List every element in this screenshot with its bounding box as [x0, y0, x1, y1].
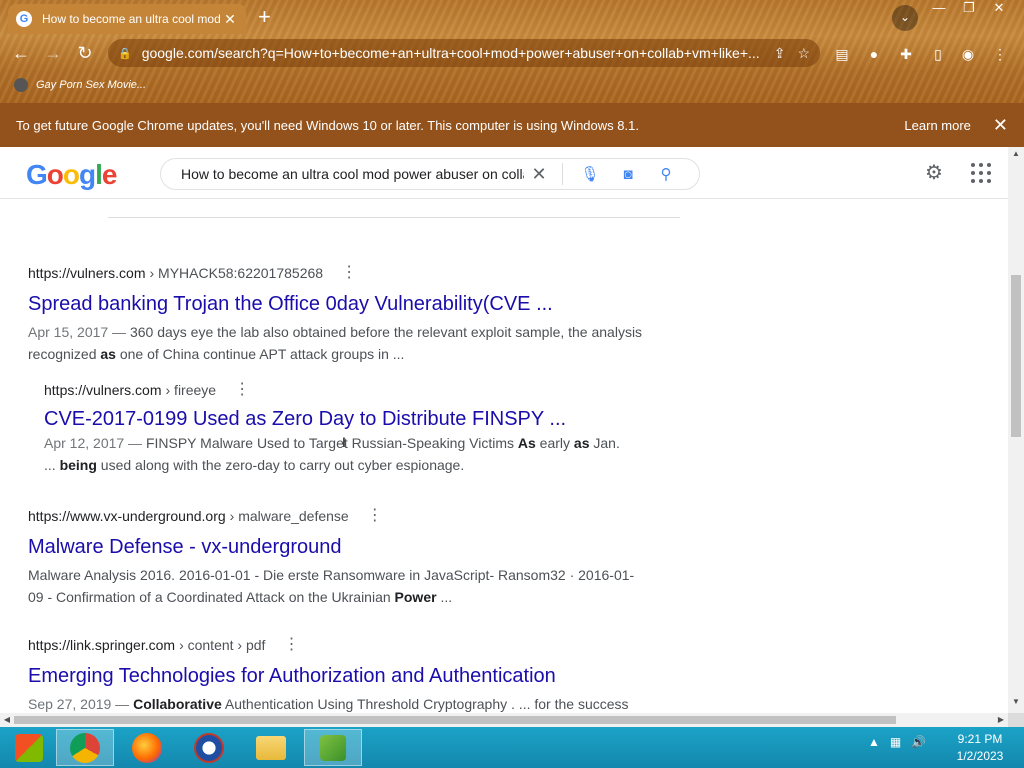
infobar-message: To get future Google Chrome updates, you…	[16, 117, 639, 133]
clock-date: 1/2/2023	[956, 749, 1004, 763]
close-window-icon[interactable]: ✕	[984, 0, 1014, 18]
browser-toolbar: ← → ↻ 🔒 google.com/search?q=How+to+becom…	[0, 36, 1024, 70]
vertical-scrollbar[interactable]: ▲ ▼	[1008, 147, 1024, 713]
horizontal-scrollbar[interactable]: ◀ ▶	[0, 713, 1008, 727]
extension-flag-icon[interactable]: ▤	[832, 44, 852, 64]
side-panel-icon[interactable]: ▯	[928, 44, 948, 64]
vertical-scroll-thumb[interactable]	[1011, 275, 1021, 437]
new-tab-button[interactable]: +	[258, 5, 271, 29]
chrome-menu-icon[interactable]: ⋮	[990, 44, 1010, 64]
bookmark-favicon-icon	[14, 78, 28, 92]
result-snippet: Apr 15, 2017 — 360 days eye the lab also…	[28, 324, 643, 362]
app-logo-icon	[194, 732, 224, 763]
reload-icon[interactable]: ↻	[74, 42, 96, 64]
result-title[interactable]: Spread banking Trojan the Office 0day Vu…	[28, 291, 648, 317]
windows-logo-icon	[15, 733, 43, 762]
bookmark-star-icon[interactable]: ☆	[797, 45, 810, 62]
learn-more-link[interactable]: Learn more	[904, 118, 970, 133]
folder-icon	[256, 735, 286, 760]
clear-search-icon[interactable]: ✕	[524, 164, 554, 185]
bookmarks-bar: Gay Porn Sex Movie...	[14, 76, 146, 94]
network-icon[interactable]: ▦	[890, 735, 901, 749]
chrome-icon	[70, 732, 100, 763]
result-item: https://www.vx-underground.org › malware…	[28, 506, 648, 608]
minimize-icon[interactable]: —	[924, 0, 954, 18]
result-cite[interactable]: https://vulners.com › MYHACK58:622017852…	[28, 263, 648, 283]
taskbar-chrome[interactable]	[56, 729, 114, 766]
tab-search-icon[interactable]: ⌄	[892, 5, 918, 31]
system-tray: ▲ ▦ 🔊	[868, 735, 926, 749]
result-snippet: Malware Analysis 2016. 2016-01-01 - Die …	[28, 567, 635, 605]
horizontal-scroll-thumb[interactable]	[14, 716, 896, 724]
result-cite[interactable]: https://link.springer.com › content › pd…	[28, 635, 648, 655]
search-results: https://vulners.com › MYHACK58:622017852…	[0, 199, 1008, 713]
taskbar-file-explorer[interactable]	[242, 729, 300, 766]
scroll-up-icon[interactable]: ▲	[1008, 149, 1024, 163]
extension-avatar-icon[interactable]: ●	[864, 44, 884, 64]
more-options-icon[interactable]: ⋮	[283, 637, 299, 653]
close-tab-icon[interactable]: ✕	[222, 11, 238, 28]
camera-lens-icon[interactable]: ◙	[609, 166, 647, 183]
divider	[108, 217, 680, 218]
gear-icon[interactable]: ⚙	[922, 161, 946, 185]
clock-time: 9:21 PM	[957, 732, 1003, 746]
result-cite[interactable]: https://vulners.com › fireeye ⋮	[44, 380, 634, 400]
scroll-down-icon[interactable]: ▼	[1008, 697, 1024, 711]
back-icon[interactable]: ←	[10, 42, 32, 64]
scroll-corner	[1008, 713, 1024, 727]
taskbar-app-circle[interactable]	[180, 729, 238, 766]
search-input[interactable]: How to become an ultra cool mod power ab…	[160, 158, 700, 190]
window-controls: — ❐ ✕	[924, 0, 1014, 18]
taskbar-network-app[interactable]	[304, 729, 362, 766]
apps-grid-icon[interactable]	[969, 161, 993, 185]
lock-icon[interactable]: 🔒	[118, 47, 132, 60]
taskbar-firefox[interactable]	[118, 729, 176, 766]
scroll-left-icon[interactable]: ◀	[0, 713, 14, 727]
network-users-icon	[320, 734, 346, 761]
more-options-icon[interactable]: ⋮	[341, 265, 357, 281]
dismiss-infobar-icon[interactable]: ✕	[993, 115, 1008, 136]
microphone-icon[interactable]: 🎙	[571, 165, 609, 183]
show-hidden-icons-icon[interactable]: ▲	[868, 735, 880, 749]
firefox-icon	[132, 732, 162, 763]
more-options-icon[interactable]: ⋮	[234, 382, 250, 398]
result-title[interactable]: Emerging Technologies for Authorization …	[28, 663, 648, 689]
result-cite[interactable]: https://www.vx-underground.org › malware…	[28, 506, 648, 526]
forward-icon[interactable]: →	[42, 42, 64, 64]
share-icon[interactable]: ⇪	[774, 45, 786, 62]
tab-title: How to become an ultra cool mod	[42, 12, 221, 26]
scroll-right-icon[interactable]: ▶	[994, 713, 1008, 727]
start-button[interactable]	[0, 729, 58, 766]
url-text: google.com/search?q=How+to+become+an+ult…	[141, 45, 760, 61]
google-favicon-icon: G	[16, 11, 32, 27]
google-header: Google How to become an ultra cool mod p…	[0, 147, 1008, 199]
result-snippet: Apr 12, 2017 — FINSPY Malware Used to Ta…	[44, 435, 620, 473]
google-logo[interactable]: Google	[26, 159, 117, 191]
more-options-icon[interactable]: ⋮	[367, 508, 383, 524]
update-infobar: To get future Google Chrome updates, you…	[0, 103, 1024, 147]
bookmark-item[interactable]: Gay Porn Sex Movie...	[36, 79, 146, 91]
restore-icon[interactable]: ❐	[954, 0, 984, 18]
profile-icon[interactable]: ◉	[958, 44, 978, 64]
search-divider	[562, 163, 563, 185]
extensions-puzzle-icon[interactable]: ✚	[896, 44, 916, 64]
search-icon[interactable]: ⚲	[647, 165, 685, 183]
browser-tab[interactable]: G How to become an ultra cool mod ✕	[8, 4, 246, 34]
search-query[interactable]: How to become an ultra cool mod power ab…	[181, 166, 524, 182]
result-item: https://link.springer.com › content › pd…	[28, 635, 648, 713]
result-item: https://vulners.com › MYHACK58:622017852…	[28, 263, 648, 365]
result-title[interactable]: Malware Defense - vx-underground	[28, 534, 648, 560]
browser-frame: G How to become an ultra cool mod ✕ + ⌄ …	[0, 0, 1024, 103]
address-bar[interactable]: 🔒 google.com/search?q=How+to+become+an+u…	[108, 39, 820, 67]
result-snippet: Sep 27, 2019 — Collaborative Authenticat…	[28, 696, 629, 712]
windows-taskbar: ▲ ▦ 🔊 9:21 PM 1/2/2023	[0, 727, 1024, 768]
taskbar-clock[interactable]: 9:21 PM 1/2/2023	[944, 731, 1016, 765]
text-cursor-icon: I	[342, 434, 346, 450]
volume-icon[interactable]: 🔊	[911, 735, 926, 749]
result-title[interactable]: CVE-2017-0199 Used as Zero Day to Distri…	[44, 406, 634, 432]
result-item: https://vulners.com › fireeye ⋮ CVE-2017…	[44, 380, 634, 476]
